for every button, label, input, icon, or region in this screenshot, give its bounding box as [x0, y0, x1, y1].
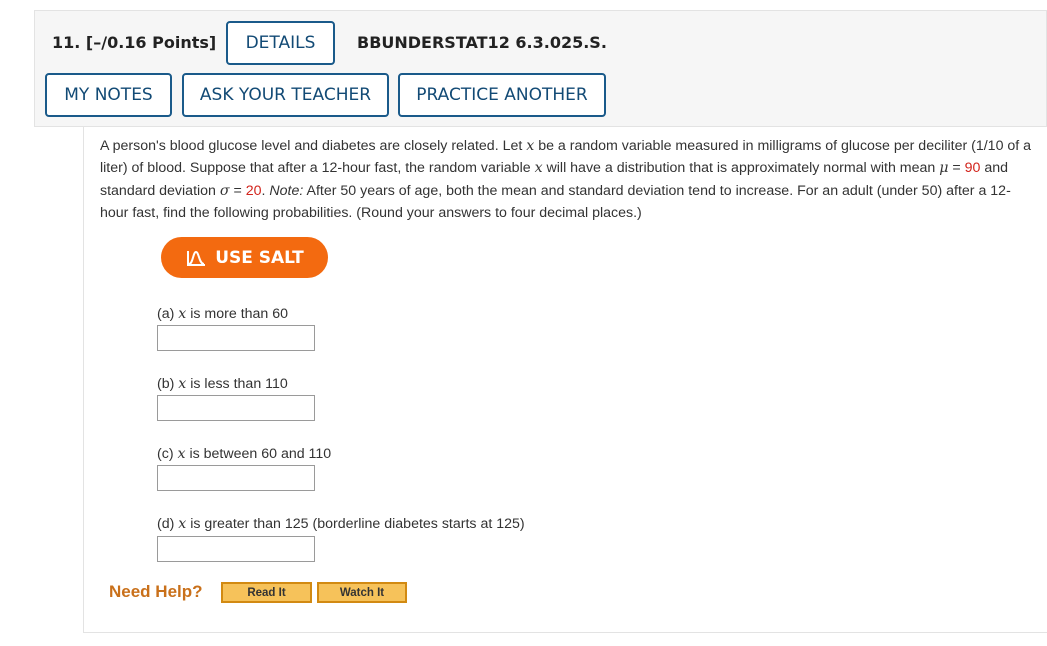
- part-d-label: (d) x is greater than 125 (borderline di…: [157, 516, 525, 532]
- question-id: BBUNDERSTAT12 6.3.025.S.: [357, 33, 607, 52]
- part-b-answer-input[interactable]: [157, 395, 315, 421]
- part-a-answer-input[interactable]: [157, 325, 315, 351]
- part-b-label: (b) x is less than 110: [157, 376, 288, 392]
- std-dev-value: 20: [245, 182, 262, 199]
- part-c-answer-input[interactable]: [157, 465, 315, 491]
- use-salt-label: USE SALT: [215, 247, 304, 268]
- salt-distribution-icon: [185, 248, 207, 268]
- problem-statement: A person's blood glucose level and diabe…: [100, 138, 1032, 221]
- ask-your-teacher-button[interactable]: ASK YOUR TEACHER: [182, 73, 389, 117]
- part-d-answer-input[interactable]: [157, 536, 315, 562]
- need-help-label: Need Help?: [109, 582, 203, 601]
- practice-another-button[interactable]: PRACTICE ANOTHER: [398, 73, 606, 117]
- sigma-symbol: σ: [219, 182, 230, 199]
- my-notes-button[interactable]: MY NOTES: [45, 73, 172, 117]
- read-it-button[interactable]: Read It: [221, 582, 312, 603]
- part-a-label: (a) x is more than 60: [157, 306, 289, 322]
- question-number-points: 11. [–/0.16 Points]: [52, 33, 217, 52]
- watch-it-button[interactable]: Watch It: [317, 582, 407, 603]
- mean-value: 90: [964, 160, 981, 177]
- use-salt-button[interactable]: USE SALT: [161, 237, 328, 278]
- details-button[interactable]: DETAILS: [226, 21, 335, 65]
- part-c-label: (c) x is between 60 and 110: [157, 446, 332, 462]
